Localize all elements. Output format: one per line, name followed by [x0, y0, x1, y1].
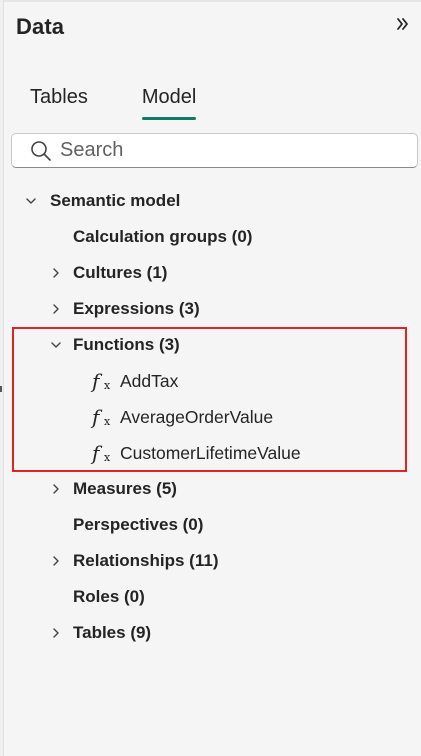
function-icon: fx [92, 369, 111, 393]
chevron-right-icon[interactable] [49, 266, 63, 280]
tree-item-label: Expressions (3) [73, 299, 200, 318]
left-edge-mark [0, 386, 2, 392]
tree-item-functions[interactable]: Functions (3) [49, 327, 180, 363]
function-label: AddTax [120, 370, 179, 391]
chevron-right-icon[interactable] [49, 302, 63, 316]
tree-item-measures[interactable]: Measures (5) [49, 471, 177, 507]
top-divider [4, 0, 421, 2]
tree-item-relationships[interactable]: Relationships (11) [49, 543, 218, 579]
tab-model[interactable]: Model [141, 84, 197, 120]
tree-item-label: Cultures (1) [73, 263, 168, 282]
tree-item-label: Relationships (11) [73, 551, 219, 570]
chevron-right-icon[interactable] [49, 554, 63, 568]
function-icon: fx [92, 405, 111, 429]
search-icon [31, 140, 51, 161]
function-icon: fx [92, 441, 111, 465]
tree-root-label: Semantic model [50, 191, 181, 210]
pane-title: Data [16, 14, 65, 39]
tree-item-calculation-groups[interactable]: Calculation groups (0) [73, 219, 252, 255]
tree-item-label: Roles (0) [73, 587, 145, 606]
tree-item-label: Calculation groups (0) [73, 227, 253, 246]
chevron-down-icon[interactable] [49, 338, 63, 352]
chevron-right-icon[interactable] [49, 482, 63, 496]
double-chevron-right-icon [397, 18, 408, 30]
function-item-averageordervalue[interactable]: fx AverageOrderValue [92, 399, 273, 435]
tree-item-label: Measures (5) [73, 479, 177, 498]
collapse-pane-button[interactable] [395, 16, 411, 32]
search-input[interactable] [60, 139, 390, 162]
function-label: CustomerLifetimeValue [120, 442, 301, 463]
function-item-customerlifetimevalue[interactable]: fx CustomerLifetimeValue [92, 435, 301, 471]
tree-item-cultures[interactable]: Cultures (1) [49, 255, 167, 291]
tree-item-label: Perspectives (0) [73, 515, 204, 534]
search-box[interactable] [11, 133, 418, 168]
function-item-addtax[interactable]: fx AddTax [92, 363, 178, 399]
data-pane: Data Tables Model Semantic model Calcula… [3, 0, 421, 756]
chevron-down-icon[interactable] [24, 194, 38, 208]
tree-item-perspectives[interactable]: Perspectives (0) [73, 507, 203, 543]
function-label: AverageOrderValue [120, 406, 274, 427]
tree-root-semantic-model[interactable]: Semantic model [24, 183, 180, 219]
tab-bar: Tables Model [30, 84, 250, 122]
tree-item-roles[interactable]: Roles (0) [73, 579, 145, 615]
tab-tables[interactable]: Tables [30, 84, 88, 120]
tree-item-tables[interactable]: Tables (9) [49, 615, 151, 651]
chevron-right-icon[interactable] [49, 626, 63, 640]
tree-item-expressions[interactable]: Expressions (3) [49, 291, 200, 327]
tree-item-label: Functions (3) [73, 335, 180, 354]
tree-item-label: Tables (9) [73, 623, 152, 642]
